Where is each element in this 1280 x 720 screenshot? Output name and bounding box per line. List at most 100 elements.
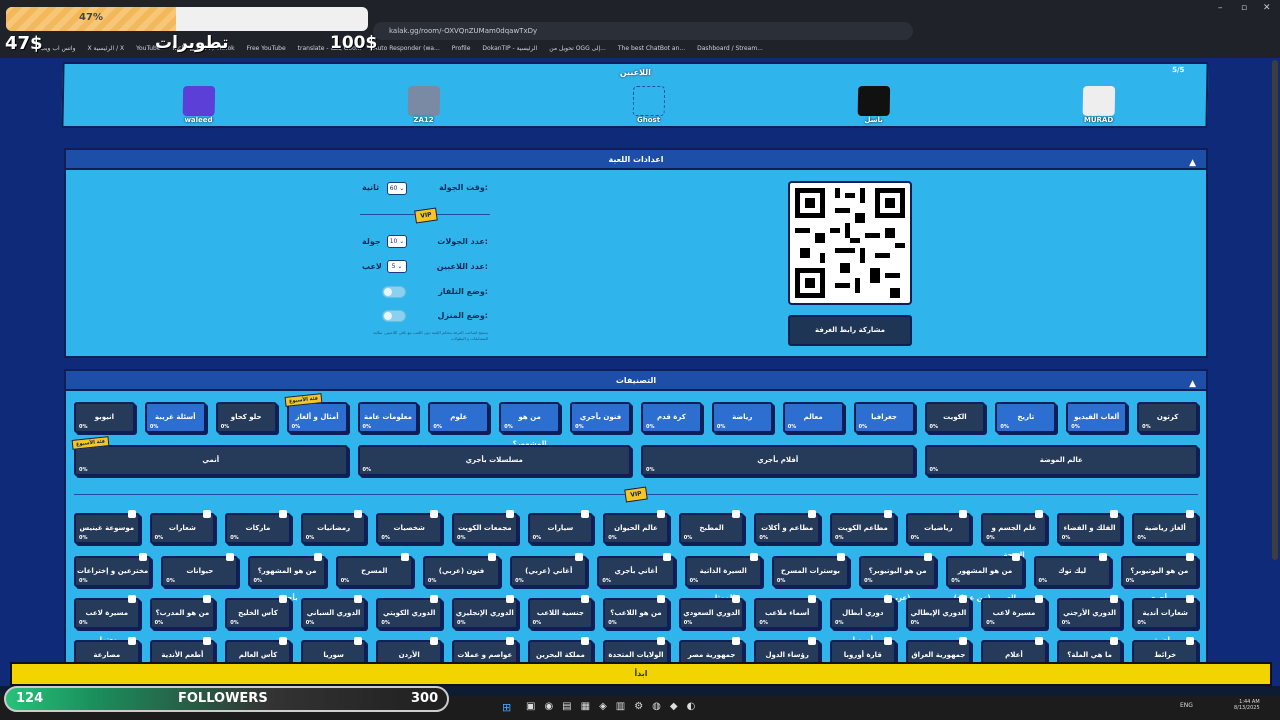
address-bar[interactable]: kalak.gg/room/-OXVQnZUMam0dqawTxDy	[373, 22, 913, 40]
category-tile[interactable]: من هو المشهور العربي (من عيناه)0%	[946, 553, 1024, 602]
category-tile[interactable]: المطبخ 0%	[678, 510, 745, 544]
category-tile[interactable]: معلومات عامة 0%	[357, 402, 419, 433]
category-tile[interactable]: حيوانات 0%	[161, 553, 239, 587]
category-tile[interactable]: ألغاز رياضية 0%	[1132, 510, 1198, 544]
bookmark-item[interactable]: The best ChatBot an...	[618, 41, 685, 57]
category-percent: 0%	[340, 578, 350, 584]
start-bar[interactable]: ابدأ	[10, 662, 1272, 686]
player-card[interactable]: باسل	[843, 86, 904, 124]
categories-header[interactable]: التصنيفات ▲	[66, 371, 1206, 391]
round-time-select[interactable]: 60 ⌄	[387, 182, 407, 195]
category-tile[interactable]: فنون (عربي) 0%	[422, 553, 501, 587]
close-icon[interactable]: ✕	[1263, 3, 1271, 13]
category-tile[interactable]: شعارات 0%	[149, 510, 216, 544]
home-mode-toggle[interactable]	[382, 310, 406, 322]
player-card[interactable]: ZA12	[393, 86, 454, 124]
category-tile[interactable]: رياضيات 0%	[905, 510, 972, 544]
category-tile[interactable]: جغرافيا 0%	[853, 402, 915, 433]
category-label: مخترعين و إختراعات	[76, 567, 149, 575]
category-tile[interactable]: تاريخ 0%	[995, 402, 1057, 433]
category-tile[interactable]: مخترعين و إختراعات 0%	[74, 553, 152, 587]
bookmark-item[interactable]: Profile	[452, 41, 471, 57]
category-tile[interactable]: رياضة 0%	[711, 402, 773, 433]
category-tile[interactable]: أفلام بأجري 0%	[641, 445, 915, 476]
category-tile[interactable]: الدوري الإنجليزي 0%	[452, 595, 518, 629]
rounds-select[interactable]: 10 ⌄	[387, 235, 407, 248]
collapse-icon[interactable]: ▲	[1189, 374, 1196, 394]
player-card[interactable]: waleed	[168, 86, 229, 124]
category-tile[interactable]: فنون بأجري 0%	[570, 402, 631, 433]
category-tile[interactable]: رمضانيات 0%	[300, 510, 367, 544]
player-card[interactable]: MURAD	[1068, 86, 1129, 124]
category-tile[interactable]: حلو كحاو 0%	[215, 402, 277, 433]
category-tile[interactable]: أنمي 0% فئة الأسبوع	[71, 436, 348, 476]
category-tile[interactable]: مسلسلات بأجري 0%	[357, 445, 631, 476]
share-room-button[interactable]: مشاركة رابط الغرفة	[788, 315, 912, 346]
category-tile[interactable]: من هو المشهور؟ بأجري0%	[248, 553, 326, 602]
category-tile[interactable]: أغاني بأجري 0%	[597, 553, 675, 587]
category-tile[interactable]: موسوعة غينيس 0%	[74, 510, 140, 544]
category-tile[interactable]: مطاعم الكويت 0%	[830, 510, 896, 544]
category-tile[interactable]: ألعاب الفيديو 0%	[1066, 402, 1128, 433]
category-tile[interactable]: عالم الموضة 0%	[924, 445, 1198, 476]
category-tile[interactable]: الدوري الإيطالي 0%	[905, 595, 972, 629]
category-tile[interactable]: جنسية اللاعب 0%	[527, 595, 594, 629]
bookmark-item[interactable]: Free YouTube	[247, 41, 286, 57]
bookmark-item[interactable]: DokanTIP - الرئيسية	[482, 41, 537, 57]
category-tile[interactable]: الدوري السعودي 0%	[678, 595, 745, 629]
category-tile[interactable]: الدوري السباني 0%	[300, 595, 367, 629]
category-tile[interactable]: كرتون 0%	[1137, 402, 1198, 433]
clock[interactable]: 1:44 AM 8/13/2025	[1234, 699, 1260, 711]
category-tile[interactable]: انيوبو 0%	[74, 402, 135, 433]
tv-mode-toggle[interactable]	[382, 286, 406, 298]
category-tile[interactable]: من هو المشهور؟ (عربي)0%	[499, 402, 561, 475]
bookmark-item[interactable]: واتس اب ويب	[40, 41, 75, 57]
category-tile[interactable]: من هو اللاعب؟ 0%	[603, 595, 669, 629]
category-tile[interactable]: أغاني (عربي) 0%	[510, 553, 588, 587]
windows-start-icon[interactable]: ⊞	[502, 701, 511, 714]
category-tile[interactable]: مسيرة لاعب 0%	[981, 595, 1047, 629]
collapse-icon[interactable]: ▲	[1189, 153, 1196, 173]
category-tile[interactable]: الفلك و الفضاء 0%	[1056, 510, 1123, 544]
lock-icon	[959, 637, 968, 645]
category-tile[interactable]: كأس الخليج 0%	[225, 595, 291, 629]
category-tile[interactable]: مطاعم و أكلات 0%	[754, 510, 820, 544]
category-tile[interactable]: أسماء ملاعب 0%	[754, 595, 820, 629]
category-tile[interactable]: دوري أبطال أوروبا0%	[830, 595, 896, 644]
minimize-icon[interactable]: –	[1218, 3, 1223, 13]
category-tile[interactable]: الكويت 0%	[924, 402, 986, 433]
category-tile[interactable]: من هو اليوتيوبر؟ بأجري0%	[1120, 553, 1198, 602]
category-tile[interactable]: عالم الحيوان 0%	[603, 510, 669, 544]
category-tile[interactable]: كرة قدم 0%	[641, 402, 702, 433]
category-tile[interactable]: من هو اليوتيوبر؟ (عربي) 0%	[859, 553, 937, 602]
category-tile[interactable]: ماركات 0%	[225, 510, 291, 544]
players-select[interactable]: 5 ⌄	[387, 260, 407, 273]
player-card[interactable]: Ghost	[618, 86, 679, 124]
category-tile[interactable]: السيرة الذاتية للممثل0%	[684, 553, 762, 602]
category-tile[interactable]: بوسترات المسرح 0%	[771, 553, 850, 587]
category-tile[interactable]: الدوري الكويتي 0%	[376, 595, 442, 629]
bookmark-item[interactable]: Auto Responder (wa...	[373, 41, 439, 57]
category-tile[interactable]: سيارات 0%	[527, 510, 594, 544]
category-tile[interactable]: ليك توك 0%	[1033, 553, 1111, 587]
scrollbar[interactable]	[1272, 60, 1278, 560]
category-tile[interactable]: معالم 0%	[782, 402, 844, 433]
category-tile[interactable]: أمثال و ألغاز 0% فئة الأسبوع	[284, 393, 348, 433]
category-tile[interactable]: علوم 0%	[428, 402, 490, 433]
category-tile[interactable]: أسئلة غريبة 0%	[144, 402, 206, 433]
category-tile[interactable]: مسيرة لاعب معتزل0%	[74, 595, 140, 644]
maximize-icon[interactable]: ▫	[1241, 3, 1247, 13]
bookmark-item[interactable]: X الرئيسية / X	[87, 41, 124, 57]
pinned-apps[interactable]: ▣◉▤▦◈▥⚙◍◆◐	[526, 701, 704, 712]
language-indicator[interactable]: ENG	[1180, 702, 1193, 709]
category-tile[interactable]: من هو المدرب؟ 0%	[149, 595, 216, 629]
category-tile[interactable]: علم الجسم و الصحة0%	[981, 510, 1047, 559]
category-tile[interactable]: شعارات أندية رياضية0%	[1132, 595, 1198, 644]
bookmark-item[interactable]: Dashboard / Stream...	[697, 41, 763, 57]
category-tile[interactable]: المسرح 0%	[335, 553, 413, 587]
category-tile[interactable]: مجمعات الكويت 0%	[452, 510, 518, 544]
bookmark-item[interactable]: تحويل من OGG إلى...	[549, 41, 606, 57]
settings-header[interactable]: اعدادات اللعبة ▲	[66, 150, 1206, 170]
category-tile[interactable]: شخصيات 0%	[376, 510, 442, 544]
category-tile[interactable]: الدوري الأرجني 0%	[1056, 595, 1123, 629]
